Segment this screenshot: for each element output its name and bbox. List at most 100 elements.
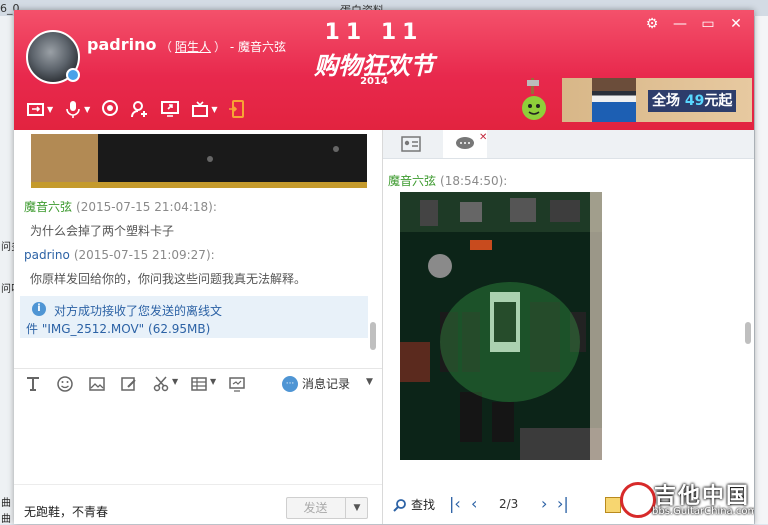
font-button[interactable]: [24, 375, 42, 393]
screen-capture-button[interactable]: [228, 375, 246, 393]
double-eleven-banner: 11 11 购物狂欢节 2014: [304, 20, 444, 92]
notice-line-1: 对方成功接收了您发送的离线文: [54, 304, 223, 318]
page-indicator: 2/3: [499, 497, 519, 511]
ad-text: 全场 49元起: [648, 90, 737, 112]
doodle-button[interactable]: [120, 375, 138, 393]
desktop-left-text: 曲: [1, 498, 11, 509]
tab-profile[interactable]: [389, 130, 433, 158]
image-detail: [207, 156, 213, 162]
watermark-url: bbs.GuitarChina.com: [652, 506, 754, 517]
online-status-icon: [66, 68, 80, 82]
microphone-icon: [66, 101, 80, 118]
ad-text-suffix: 元起: [704, 93, 733, 109]
desktop-left-text: 问多: [1, 242, 15, 253]
window-controls: ⚙ — ▭ ✕: [644, 16, 744, 32]
emoji-button[interactable]: [56, 375, 74, 393]
viewer-scrollbar[interactable]: [745, 322, 751, 344]
table-button[interactable]: ▼: [190, 375, 220, 393]
next-page-icon[interactable]: ›: [541, 494, 547, 514]
message-text: 为什么会掉了两个塑料卡子: [30, 224, 175, 238]
chevron-down-icon[interactable]: ▼: [345, 498, 368, 518]
guitarchina-logo: [620, 482, 656, 518]
font-icon: [27, 377, 39, 391]
image-detail: [333, 146, 339, 152]
ad-banner[interactable]: 全场 49元起: [562, 78, 752, 122]
desktop-right-panel: [754, 16, 768, 524]
chevron-down-icon[interactable]: ▼: [366, 377, 373, 387]
message-header: padrino (2015-07-15 21:09:27):: [24, 248, 215, 262]
minimize-icon[interactable]: —: [672, 16, 688, 32]
close-icon[interactable]: ✕: [728, 16, 744, 32]
shared-image-thumbnail[interactable]: [31, 134, 367, 188]
relation-link[interactable]: 陌生人: [175, 40, 211, 54]
first-page-icon[interactable]: |‹: [449, 494, 461, 514]
contact-relation: （陌生人） - 魔音六弦: [160, 38, 286, 55]
info-icon: i: [32, 302, 46, 316]
find-button[interactable]: 查找: [393, 496, 435, 513]
message-time: (2015-07-15 21:09:27):: [73, 248, 215, 262]
screenshot-button[interactable]: ▼: [152, 375, 182, 393]
message-sender[interactable]: 魔音六弦: [388, 174, 436, 188]
ad-number: 49: [684, 93, 705, 109]
message-sender[interactable]: padrino: [24, 248, 70, 262]
video-call-button[interactable]: [100, 98, 120, 120]
slogan-text: 无跑鞋，不青春: [24, 505, 109, 519]
message-history-button[interactable]: ··· 消息记录: [282, 375, 350, 392]
maximize-icon[interactable]: ▭: [700, 16, 716, 32]
file-received-notice: i 对方成功接收了您发送的离线文 件 "IMG_2512.MOV" (62.95…: [20, 296, 368, 338]
screen-share-button[interactable]: [160, 98, 180, 120]
message-sender[interactable]: 魔音六弦: [24, 200, 72, 214]
ad-model-image: [592, 78, 636, 122]
search-icon: [393, 498, 406, 512]
profile-card-icon: [401, 136, 421, 152]
phone-icon: [229, 100, 245, 118]
add-user-icon: [131, 101, 148, 118]
table-icon: [191, 377, 207, 391]
scissors-icon: [153, 376, 169, 392]
message-input[interactable]: [18, 402, 378, 484]
remote-assist-icon: [192, 101, 209, 117]
settings-icon[interactable]: ⚙: [644, 16, 660, 32]
message-header: 魔音六弦 (2015-07-15 21:04:18):: [24, 198, 217, 215]
circuit-board-photo[interactable]: [400, 192, 602, 460]
desktop-left-text: 曲 (D:): [1, 514, 15, 525]
voice-call-button[interactable]: ▼: [63, 98, 90, 120]
pencil-icon: [121, 377, 136, 391]
remote-assist-button[interactable]: ▼: [190, 98, 217, 120]
chat-pane: 魔音六弦 (2015-07-15 21:04:18): 为什么会掉了两个塑料卡子 …: [14, 130, 382, 524]
mobile-transfer-button[interactable]: [227, 98, 247, 120]
contact-name[interactable]: padrino: [87, 35, 156, 54]
desktop-left-panel: 问多 问叫 曲 曲 (D:): [0, 16, 15, 525]
image-icon: [89, 377, 105, 391]
banner-year: 2014: [360, 76, 388, 87]
chat-header: padrino （陌生人） - 魔音六弦 11 11 购物狂欢节 2014 ⚙ …: [14, 10, 754, 130]
last-page-icon[interactable]: ›|: [557, 494, 569, 514]
chevron-down-icon: ▼: [172, 377, 179, 386]
file-transfer-icon: [27, 103, 44, 116]
ad-text-prefix: 全场: [652, 93, 680, 109]
monitor-icon: [229, 377, 245, 392]
message-text: 你原样发回给你的，你问我这些问题我真无法解释。: [30, 272, 307, 286]
prev-page-icon[interactable]: ‹: [471, 494, 477, 514]
banner-1111: 11 11: [324, 20, 424, 45]
screen-share-icon: [161, 101, 180, 117]
mascot-icon[interactable]: [519, 76, 549, 122]
find-label: 查找: [411, 498, 436, 512]
message-time: (2015-07-15 21:04:18):: [76, 200, 217, 214]
chat-bubble-icon: [456, 137, 474, 149]
relation-open: （: [160, 40, 173, 54]
add-friend-button[interactable]: [130, 98, 150, 120]
message-history-label: 消息记录: [302, 377, 351, 391]
chat-scrollbar[interactable]: [370, 322, 376, 350]
send-button[interactable]: 发送 ▼: [286, 497, 368, 519]
input-toolbar: ▼ ▼ ··· 消息记录 ▼: [14, 368, 382, 399]
side-panel: ✕ 魔音六弦 (18:54:50): 查找 |‹ ‹ 2/3 › ›| 吉他中国…: [383, 130, 754, 524]
chat-window: padrino （陌生人） - 魔音六弦 11 11 购物狂欢节 2014 ⚙ …: [14, 10, 754, 524]
close-tab-icon[interactable]: ✕: [479, 132, 487, 143]
desktop-left-text: 问叫: [1, 284, 15, 295]
chat-bubble-icon: ···: [282, 375, 298, 392]
file-transfer-button[interactable]: ▼: [26, 98, 53, 120]
image-button[interactable]: [88, 375, 106, 393]
chevron-down-icon: ▼: [210, 377, 217, 386]
site-watermark: 吉他中国 bbs.GuitarChina.com: [616, 476, 754, 522]
